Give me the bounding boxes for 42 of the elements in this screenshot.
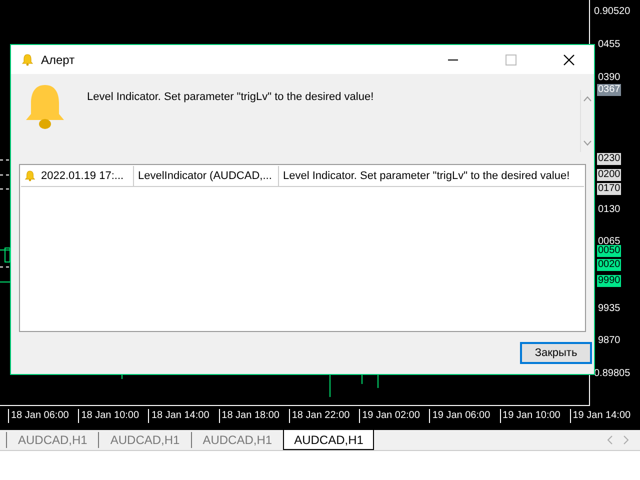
alert-message: Level Indicator. Set parameter "trigLv" to the desired value!	[87, 91, 375, 103]
time-label: 18 Jan 14:00	[148, 409, 219, 423]
window-title: Алерт	[41, 52, 75, 66]
chart-tab[interactable]: AUDCAD,H1	[98, 432, 191, 448]
bell-icon	[25, 170, 35, 182]
close-icon[interactable]	[563, 54, 575, 66]
time-label: 18 Jan 18:00	[218, 409, 289, 423]
scroll-right-icon[interactable]	[622, 435, 630, 445]
alert-source: LevelIndicator (AUDCAD,...	[138, 170, 272, 182]
price-label: 0.90520	[593, 6, 632, 18]
time-label: 18 Jan 10:00	[78, 409, 148, 423]
price-label: 9935	[597, 303, 622, 315]
price-label: 9990	[597, 275, 622, 287]
time-label: 18 Jan 06:00	[8, 409, 78, 423]
chart-tab[interactable]: AUDCAD,H1	[6, 432, 98, 448]
maximize-icon[interactable]	[505, 54, 517, 66]
price-label: 0050	[597, 245, 622, 257]
price-label: 0130	[597, 204, 622, 216]
time-label: 19 Jan 10:00	[500, 409, 570, 423]
price-label: 0390	[597, 72, 622, 84]
bell-icon	[22, 54, 33, 66]
price-label: 0200	[597, 169, 622, 181]
scroll-up-icon[interactable]	[583, 96, 592, 102]
close-button[interactable]: Закрыть	[520, 342, 592, 364]
time-label: 19 Jan 02:00	[359, 409, 430, 423]
chart-tab[interactable]: AUDCAD,H1	[283, 430, 374, 450]
scroll-down-icon[interactable]	[583, 140, 592, 146]
scroll-left-icon[interactable]	[606, 435, 614, 445]
price-label: 0455	[597, 39, 622, 51]
price-label: 0367	[597, 84, 622, 96]
alert-time: 2022.01.19 17:...	[41, 170, 124, 182]
time-label: 19 Jan 06:00	[429, 409, 500, 423]
price-label: 0065	[597, 236, 622, 247]
bell-icon	[25, 84, 65, 130]
price-label: 0020	[597, 259, 622, 271]
price-label: 9870	[597, 335, 622, 347]
alert-text: Level Indicator. Set parameter "trigLv" to the desired value!	[283, 170, 570, 182]
price-label: 0.89805	[593, 368, 632, 380]
price-label: 0230	[597, 153, 622, 165]
time-label: 19 Jan 14:00	[570, 409, 640, 423]
time-label: 18 Jan 22:00	[288, 409, 360, 423]
price-label: 0170	[597, 183, 622, 195]
